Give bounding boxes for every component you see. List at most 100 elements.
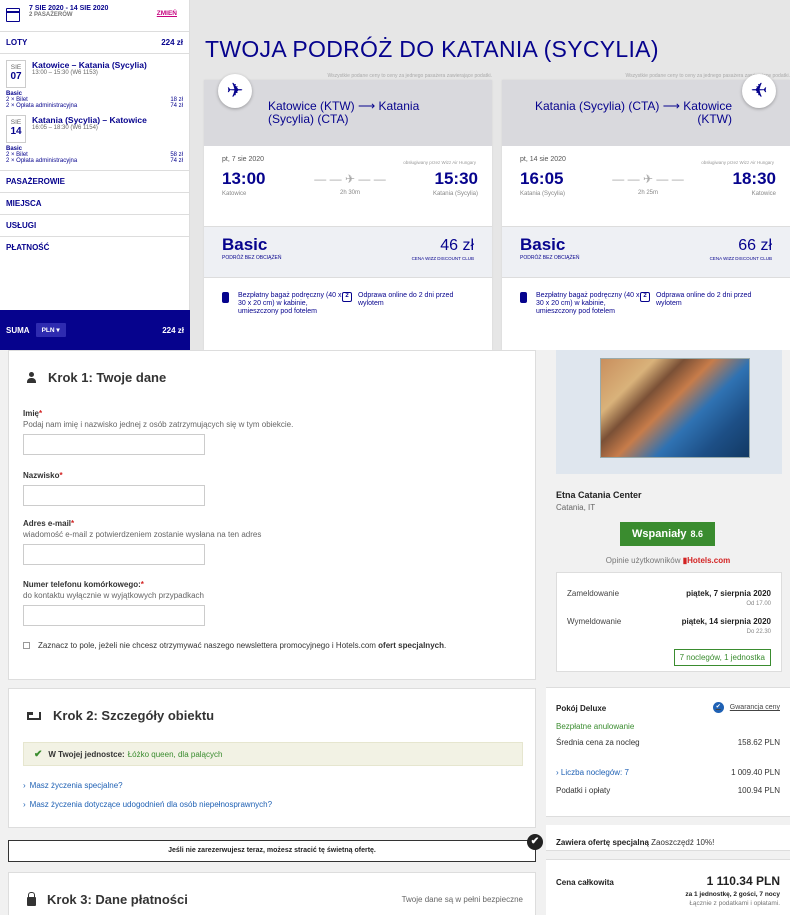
hotels-booking-panel: Krok 1: Twoje dane Imię* Podaj nam imię …: [0, 350, 790, 915]
email-field[interactable]: [23, 544, 205, 565]
section-services[interactable]: USŁUGI: [0, 214, 189, 236]
fare-line-value: 74 zł: [170, 158, 183, 164]
step1-guest-details: Krok 1: Twoje dane Imię* Podaj nam imię …: [8, 350, 536, 680]
required-mark: *: [140, 580, 144, 589]
flight-duration: 2h 25m: [637, 190, 658, 196]
fare-option-basic[interactable]: Basic PODRÓŻ BEZ OBCIĄŻEŃ 66 zł CENA WIZ…: [502, 226, 790, 278]
unit-info-bar: ✔ W Twojej jednostce: Łóżko queen, dla p…: [23, 742, 523, 766]
arrival-time: 15:30: [434, 169, 478, 188]
checkout-label: Wymeldowanie: [567, 617, 622, 626]
last-name-input[interactable]: [23, 485, 205, 506]
urgency-banner: Jeśli nie zarezerwujesz teraz, możesz st…: [8, 834, 543, 862]
phone-group: Numer telefonu komórkowego:* do kontaktu…: [23, 580, 205, 626]
unit-value: Łóżko queen, dla palących: [127, 749, 223, 759]
inbound-time: 16:05 – 18:30 (W6 1154): [32, 125, 98, 131]
outbound-flight[interactable]: SIE 07 Katowice – Katania (Sycylia) 13:0…: [0, 60, 189, 88]
feature-bag: Bezpłatny bagaż podręczny (40 x 30 x 20 …: [536, 292, 640, 315]
nights-count-value: 1 009.40 PLN: [731, 768, 780, 777]
special-requests-text: Masz życzenia specjalne?: [29, 781, 123, 790]
person-icon: [27, 372, 36, 383]
club-label: CENA WIZZ DISCOUNT CLUB: [411, 256, 474, 261]
sum-label: SUMA: [6, 325, 30, 335]
departure-time: 16:05: [520, 169, 564, 188]
flights-total: 224 zł: [161, 38, 183, 47]
price-breakdown: Pokój Deluxe ✔ Gwarancja ceny Bezpłatne a…: [546, 687, 790, 817]
sum-bar: SUMA PLN ▾ 224 zł: [0, 310, 190, 350]
first-name-group: Imię* Podaj nam imię i nazwisko jednej z…: [23, 409, 293, 455]
guarantee-icon: ✔: [712, 702, 724, 713]
checkin-label: Zameldowanie: [567, 589, 620, 598]
avg-price-value: 158.62 PLN: [737, 738, 780, 747]
reviews-brand: Hotels.com: [687, 556, 731, 565]
price-guarantee-link[interactable]: ✔ Gwarancja ceny: [712, 702, 780, 713]
arrival-time: 18:30: [732, 169, 776, 188]
email-label: Adres e-mail: [23, 519, 72, 528]
outbound-date-box: SIE 07: [6, 60, 26, 88]
trip-dates-header: 7 SIE 2020 - 14 SIE 2020 2 PASAŻERÓW ZMI…: [0, 0, 189, 32]
section-payment[interactable]: PŁATNOŚĆ: [0, 236, 189, 258]
lock-icon: [27, 891, 36, 906]
checkout-time: Do 22.30: [746, 629, 771, 635]
outbound-fare: Basic 2 × Bilet 18 zł 2 × Opłata administ…: [0, 91, 189, 109]
check-badge-icon: ✔: [527, 834, 543, 850]
first-name-input[interactable]: [23, 434, 205, 455]
fare-price: 46 zł: [440, 237, 474, 254]
hotel-name: Etna Catania Center: [556, 490, 642, 500]
hotel-location: Catania, IT: [556, 503, 596, 512]
special-requests-link[interactable]: › Masz życzenia specjalne?: [23, 781, 123, 790]
stay-dates-box: Zameldowanie piątek, 7 sierpnia 2020 Od …: [556, 572, 782, 672]
security-note: Twoje dane są w pełni bezpieczne: [401, 895, 523, 904]
check-icon: ✔: [34, 748, 43, 760]
avg-price-label: Średnia cena za nocleg: [556, 738, 640, 747]
accessibility-requests-link[interactable]: › Masz życzenia dotyczące udogodnień dla …: [23, 800, 272, 809]
departure-city: Katowice: [222, 191, 247, 197]
user-reviews: Opinie użytkowników ▮Hotels.com: [546, 556, 790, 565]
fare-line-label: 2 × Opłata administracyjna: [6, 103, 78, 109]
price-note: Wszystkie podane ceny to ceny za jednego…: [327, 73, 492, 79]
nights-units-badge: 7 noclegów, 1 jednostka: [673, 649, 771, 666]
currency-select[interactable]: PLN ▾: [35, 323, 66, 337]
inbound-month: SIE: [10, 119, 22, 126]
offer-rest: Zaoszczędź 10%!: [651, 838, 715, 847]
booking-summary-panel: Etna Catania Center Catania, IT Wspaniał…: [546, 350, 790, 915]
section-passengers[interactable]: PASAŻEROWIE: [0, 170, 189, 192]
last-name-label: Nazwisko: [23, 471, 60, 480]
phone-input[interactable]: [23, 605, 205, 626]
newsletter-end: .: [443, 641, 447, 650]
calendar-icon: [6, 8, 20, 22]
club-label: CENA WIZZ DISCOUNT CLUB: [709, 256, 772, 261]
fare-features: Bezpłatny bagaż podręczny (40 x 30 x 20 …: [502, 278, 790, 316]
bag-icon: [520, 292, 527, 303]
taxes-label: Podatki i opłaty: [556, 786, 611, 795]
newsletter-checkbox[interactable]: [23, 642, 30, 649]
chevron-right-icon: ›: [23, 781, 26, 790]
departure-time: 13:00: [222, 169, 266, 188]
flight-route: Katowice (KTW) ⟶ Katania (Sycylia) (CTA): [268, 99, 420, 126]
inbound-flight[interactable]: SIE 14 Katania (Sycylia) – Katowice 16:0…: [0, 115, 189, 143]
change-button[interactable]: ZMIEŃ: [157, 10, 177, 17]
required-mark: *: [59, 471, 63, 480]
newsletter-option[interactable]: Zaznacz to pole, jeżeli nie chcesz otrzy…: [23, 641, 478, 651]
fare-option-basic[interactable]: Basic PODRÓŻ BEZ OBCIĄŻEŃ 46 zł CENA WIZ…: [204, 226, 492, 278]
newsletter-text: Zaznacz to pole, jeżeli nie chcesz otrzy…: [38, 641, 376, 650]
chevron-down-icon: ▾: [56, 327, 60, 334]
step2-title-row: Krok 2: Szczegóły obiektu: [27, 708, 214, 723]
checkout-date: piątek, 14 sierpnia 2020: [681, 617, 771, 626]
calendar-icon: 2: [342, 292, 352, 302]
fare-line-value: 74 zł: [170, 103, 183, 109]
required-mark: *: [71, 519, 75, 528]
passenger-count: 2 PASAŻERÓW: [29, 12, 73, 18]
fare-name: Basic: [520, 235, 566, 254]
step3-payment-details: Krok 3: Dane płatności Twoje dane są w p…: [8, 872, 536, 915]
offer-bold: Zawiera ofertę specjalną: [556, 838, 649, 847]
urgency-text: Jeśli nie zarezerwujesz teraz, możesz st…: [168, 847, 376, 854]
rating-label: Wspaniały: [632, 528, 687, 540]
arrival-city: Katowice: [751, 191, 776, 197]
unit-label: W Twojej jednostce:: [48, 749, 125, 759]
booking-summary-sidebar: 7 SIE 2020 - 14 SIE 2020 2 PASAŻERÓW ZMI…: [0, 0, 190, 350]
nights-count-text: Liczba noclegów: 7: [560, 768, 629, 777]
required-mark: *: [39, 409, 43, 418]
flight-duration: 2h 30m: [339, 190, 360, 196]
section-seats[interactable]: MIEJSCA: [0, 192, 189, 214]
step3-title-row: Krok 3: Dane płatności: [27, 891, 188, 907]
